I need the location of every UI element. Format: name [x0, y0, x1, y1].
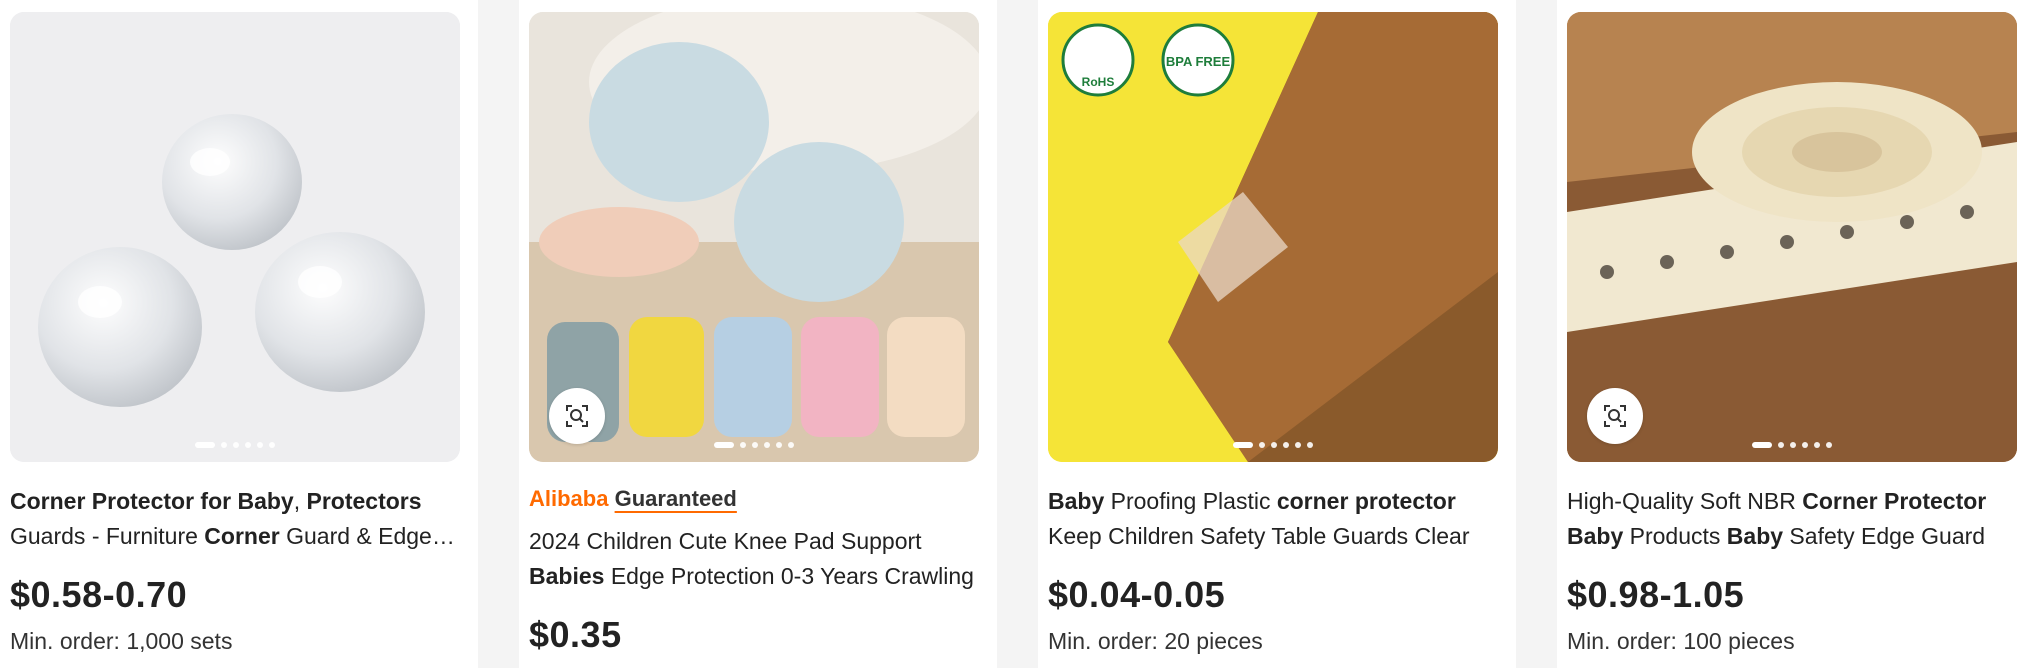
image-search-icon [566, 405, 588, 427]
carousel-dot[interactable] [1283, 442, 1289, 448]
product-price: $0.58-0.70 [10, 574, 188, 615]
badge-word: Guaranteed [614, 486, 737, 511]
title-segment: Corner [204, 523, 280, 549]
product-card-1[interactable]: Corner Protector for Baby, Protectors Gu… [0, 0, 478, 668]
carousel-dots[interactable] [714, 442, 794, 448]
table-corner-guard-illustration: RoHS BPA FREE [1048, 12, 1498, 462]
carousel-dot[interactable] [1802, 442, 1808, 448]
carousel-dot[interactable] [740, 442, 746, 448]
carousel-dot[interactable] [1271, 442, 1277, 448]
carousel-dot[interactable] [1790, 442, 1796, 448]
title-segment: Edge Protection 0-3 Years Crawling [604, 563, 974, 589]
title-segment: , [293, 488, 307, 514]
alibaba-guaranteed-badge[interactable]: Alibaba Guaranteed [529, 486, 737, 512]
badge-brand: Alibaba [529, 486, 609, 511]
carousel-dot[interactable] [764, 442, 770, 448]
carousel-dot[interactable] [714, 442, 734, 448]
carousel-dot[interactable] [257, 442, 263, 448]
carousel-dot[interactable] [1307, 442, 1313, 448]
bpa-free-logo-text: BPA FREE [1166, 54, 1231, 69]
product-title[interactable]: 2024 Children Cute Knee Pad Support Babi… [529, 524, 989, 594]
min-order: Min. order: 20 pieces [1048, 628, 1263, 654]
image-search-button[interactable] [549, 388, 605, 444]
title-segment: Protectors [306, 488, 422, 514]
carousel-dots[interactable] [1233, 442, 1313, 448]
carousel-dot[interactable] [1295, 442, 1301, 448]
image-search-button[interactable] [1587, 388, 1643, 444]
carousel-dots[interactable] [1752, 442, 1832, 448]
title-segment: 2024 Children Cute Knee Pad Support [529, 528, 922, 554]
title-segment: Keep Children Safety Table Guards Clear [1048, 523, 1470, 549]
product-title[interactable]: Corner Protector for Baby, Protectors Gu… [10, 484, 470, 554]
carousel-dot[interactable] [269, 442, 275, 448]
carousel-dot[interactable] [752, 442, 758, 448]
product-card-3[interactable]: RoHS BPA FREE Baby Proofing Plastic corn… [1038, 0, 1516, 668]
product-image[interactable] [529, 12, 979, 462]
min-order: Min. order: 100 pieces [1567, 628, 1795, 654]
product-image[interactable] [10, 12, 460, 462]
product-image[interactable]: RoHS BPA FREE [1048, 12, 1498, 462]
carousel-dot[interactable] [776, 442, 782, 448]
product-image[interactable] [1567, 12, 2017, 462]
min-order: Min. order: 1,000 sets [10, 628, 233, 654]
title-segment: Safety Edge Guard [1783, 523, 1986, 549]
title-segment: Baby [1048, 488, 1105, 514]
corner-guard-balls-illustration [10, 12, 460, 462]
title-segment: Baby [1726, 523, 1784, 549]
edge-guard-roll-illustration [1567, 12, 2017, 462]
carousel-dot[interactable] [221, 442, 227, 448]
product-card-2[interactable]: Alibaba Guaranteed 2024 Children Cute Kn… [519, 0, 997, 668]
product-title[interactable]: High-Quality Soft NBR Corner Protector B… [1567, 484, 2007, 554]
carousel-dot[interactable] [788, 442, 794, 448]
carousel-dot[interactable] [1826, 442, 1832, 448]
product-card-4[interactable]: High-Quality Soft NBR Corner Protector B… [1557, 0, 2026, 668]
carousel-dot[interactable] [233, 442, 239, 448]
carousel-dot[interactable] [245, 442, 251, 448]
carousel-dot[interactable] [1778, 442, 1784, 448]
carousel-dot[interactable] [1752, 442, 1772, 448]
title-segment: High-Quality Soft NBR [1567, 488, 1803, 514]
title-segment: Babies [529, 563, 605, 589]
rohs-logo-text: RoHS [1082, 75, 1115, 89]
carousel-dot[interactable] [1233, 442, 1253, 448]
product-price: $0.98-1.05 [1567, 574, 1745, 615]
title-segment: Corner Protector for Baby [10, 488, 294, 514]
carousel-dot[interactable] [1814, 442, 1820, 448]
product-price: $0.35 [529, 614, 622, 655]
title-segment: corner protector [1276, 488, 1456, 514]
knee-pads-illustration [529, 12, 979, 462]
carousel-dot[interactable] [195, 442, 215, 448]
title-segment: Products [1623, 523, 1727, 549]
carousel-dot[interactable] [1259, 442, 1265, 448]
title-segment: Proofing Plastic [1104, 488, 1277, 514]
title-segment: Guards - Furniture [10, 523, 205, 549]
image-search-icon [1604, 405, 1626, 427]
carousel-dots[interactable] [195, 442, 275, 448]
product-title[interactable]: Baby Proofing Plastic corner protector K… [1048, 484, 1508, 554]
product-price: $0.04-0.05 [1048, 574, 1226, 615]
